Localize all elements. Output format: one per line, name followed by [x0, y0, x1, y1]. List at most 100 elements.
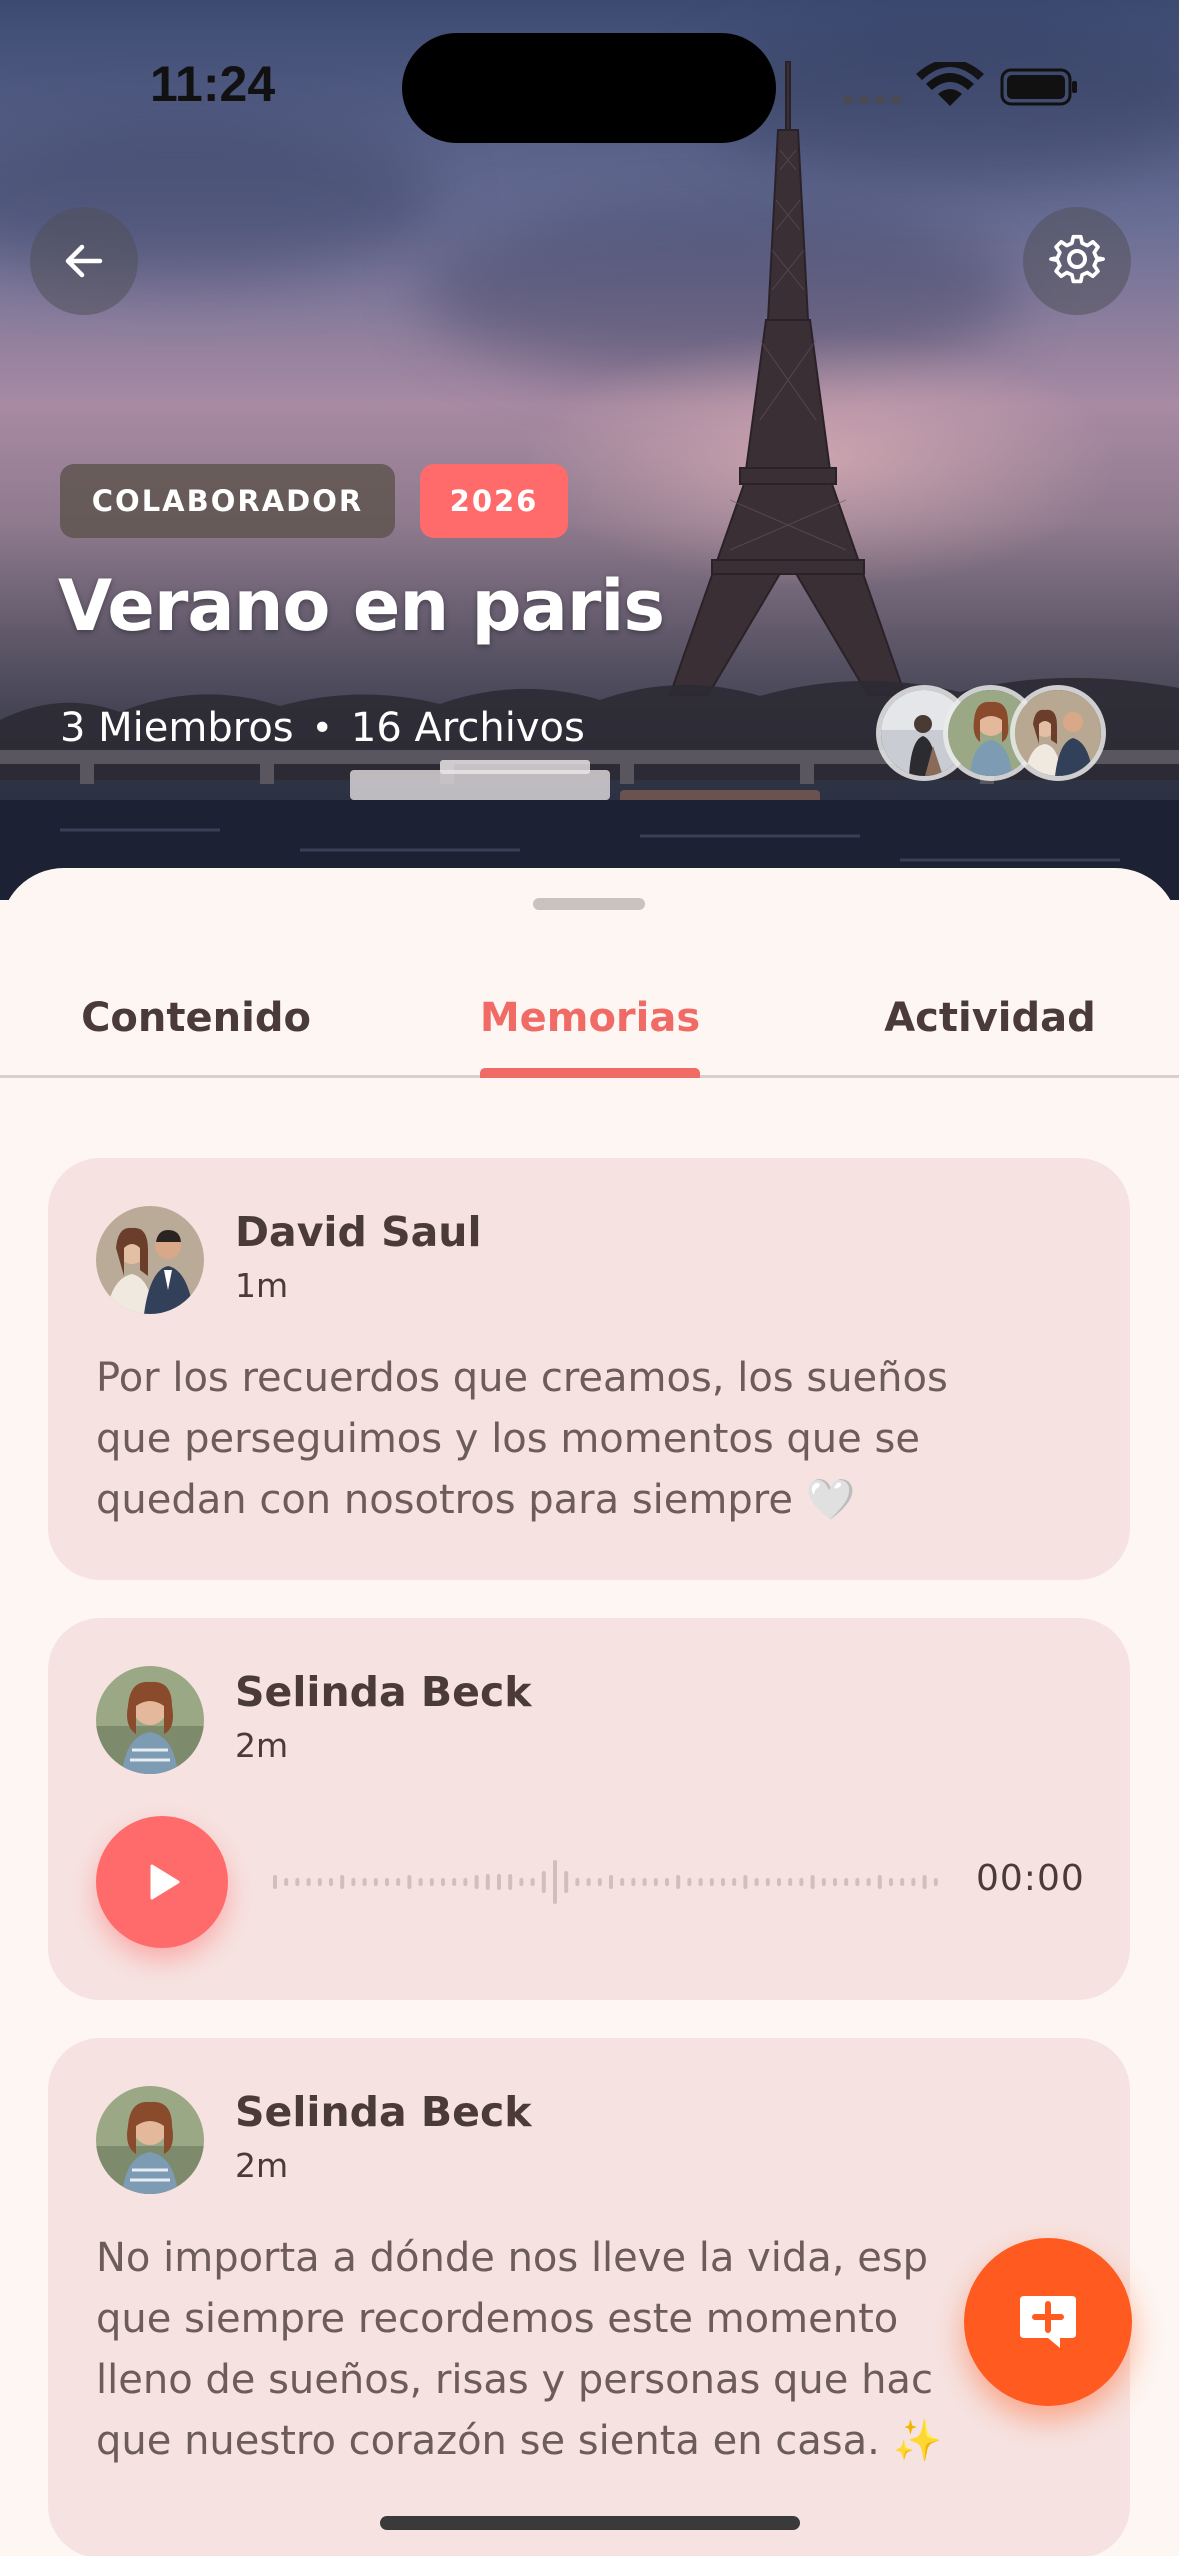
waveform-bar — [497, 1874, 501, 1890]
waveform-bar — [530, 1878, 535, 1886]
waveform-bar — [877, 1875, 882, 1889]
waveform-bar — [821, 1878, 826, 1886]
gear-icon — [1049, 234, 1105, 284]
waveform-bar — [922, 1875, 927, 1889]
status-icons — [843, 62, 1077, 106]
author-avatar[interactable] — [96, 1666, 204, 1774]
post-time: 2m — [235, 1726, 289, 1765]
battery-icon — [1000, 68, 1077, 106]
play-button[interactable] — [96, 1816, 228, 1948]
wifi-icon — [916, 62, 984, 106]
waveform-bar — [889, 1878, 893, 1886]
role-badge: COLABORADOR — [60, 464, 395, 538]
waveform-bar — [765, 1878, 770, 1886]
signal-icon — [843, 95, 901, 105]
audio-duration: 00:00 — [976, 1858, 1085, 1899]
waveform-bar — [597, 1878, 602, 1886]
album-hero: 11:24 COLABORADOR 2026 Verano en paris 3… — [0, 0, 1179, 900]
waveform-bar — [586, 1878, 591, 1886]
author-name[interactable]: Selinda Beck — [235, 2088, 532, 2136]
waveform-bar — [653, 1878, 658, 1886]
waveform-bar — [754, 1878, 759, 1886]
post-text: No importa a dónde nos lleve la vida, es… — [96, 2235, 943, 2464]
waveform-bar — [810, 1875, 815, 1889]
waveform-bar — [340, 1875, 345, 1889]
audio-memory-card[interactable]: Selinda Beck 2m 00:00 — [48, 1618, 1130, 2000]
waveform-bar — [631, 1878, 636, 1886]
waveform-bar — [396, 1878, 401, 1886]
tab-contenido[interactable]: Contenido — [40, 978, 352, 1058]
active-tab-indicator — [480, 1068, 700, 1078]
waveform-bar — [362, 1878, 367, 1886]
waveform-bar — [519, 1878, 524, 1886]
files-count[interactable]: 16 Archivos — [351, 705, 585, 751]
play-icon — [150, 1864, 180, 1900]
waveform-bar — [429, 1878, 434, 1886]
members-count[interactable]: 3 Miembros — [60, 705, 294, 751]
waveform-bar — [329, 1878, 333, 1886]
waveform-bar — [317, 1878, 322, 1886]
meta-separator: • — [311, 707, 333, 749]
year-badge: 2026 — [420, 464, 568, 538]
waveform-bar — [721, 1878, 725, 1886]
waveform-bar — [855, 1878, 860, 1886]
waveform-bar — [407, 1875, 412, 1889]
avatar — [1010, 685, 1106, 781]
waveform-bar — [575, 1878, 580, 1886]
tab-bar: Contenido Memorias Actividad — [0, 978, 1179, 1078]
album-meta: 3 Miembros • 16 Archivos — [60, 705, 585, 751]
waveform-bar — [866, 1878, 871, 1886]
waveform-bar — [474, 1875, 479, 1889]
waveform-bar — [911, 1878, 916, 1886]
member-avatars[interactable] — [876, 685, 1106, 781]
author-avatar[interactable] — [96, 1206, 204, 1314]
status-time: 11:24 — [150, 56, 276, 112]
waveform-bar — [564, 1871, 569, 1893]
home-indicator — [380, 2516, 800, 2530]
waveform-bar — [788, 1878, 793, 1886]
waveform-bar — [833, 1878, 837, 1886]
add-memory-button[interactable] — [964, 2238, 1132, 2406]
waveform-bar — [284, 1878, 289, 1886]
waveform-bar — [709, 1878, 714, 1886]
waveform-bar — [900, 1878, 905, 1886]
settings-button[interactable] — [1023, 207, 1131, 315]
arrow-left-icon — [65, 244, 103, 278]
post-time: 2m — [235, 2146, 289, 2185]
post-text: Por los recuerdos que creamos, los sueño… — [96, 1355, 948, 1523]
author-name[interactable]: Selinda Beck — [235, 1668, 532, 1716]
waveform-bar — [485, 1874, 490, 1890]
waveform-bar — [743, 1875, 748, 1889]
waveform-bar — [698, 1878, 703, 1886]
waveform-bar — [306, 1878, 311, 1886]
waveform-bar — [373, 1878, 378, 1886]
waveform-bar — [799, 1878, 804, 1886]
waveform-bar — [620, 1878, 625, 1886]
message-plus-icon — [1020, 2296, 1076, 2348]
waveform-bar — [844, 1878, 849, 1886]
sheet-handle[interactable] — [533, 898, 645, 910]
waveform-bar — [609, 1875, 613, 1889]
waveform-bar — [665, 1878, 669, 1886]
waveform-bar — [385, 1878, 389, 1886]
author-avatar[interactable] — [96, 2086, 204, 2194]
waveform-bar — [463, 1878, 468, 1886]
waveform-bar — [452, 1878, 457, 1886]
waveform-bar — [508, 1874, 513, 1890]
waveform-bar — [441, 1878, 445, 1886]
tab-actividad[interactable]: Actividad — [840, 978, 1140, 1058]
waveform-bar — [732, 1878, 737, 1886]
back-button[interactable] — [30, 207, 138, 315]
tab-memorias[interactable]: Memorias — [440, 978, 740, 1058]
waveform-bar — [676, 1875, 681, 1889]
waveform-bar — [777, 1878, 781, 1886]
waveform-bar — [351, 1878, 356, 1886]
waveform-bar — [418, 1878, 423, 1886]
author-name[interactable]: David Saul — [235, 1208, 482, 1256]
audio-waveform[interactable] — [273, 1852, 993, 1912]
waveform-bar — [541, 1871, 546, 1893]
waveform-bar — [642, 1878, 647, 1886]
waveform-bar — [553, 1860, 557, 1904]
memory-card[interactable]: David Saul 1m Por los recuerdos que crea… — [48, 1158, 1130, 1580]
waveform-bar — [933, 1878, 938, 1886]
